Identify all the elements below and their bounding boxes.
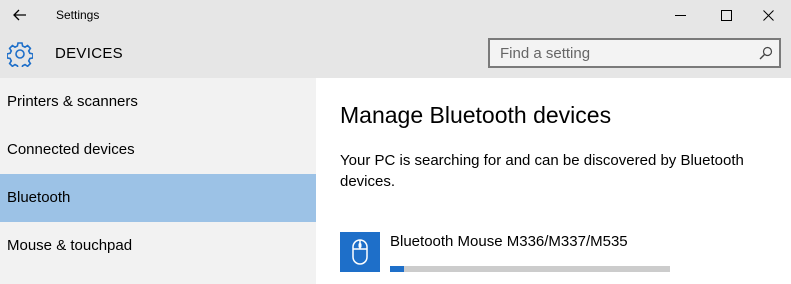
search-icon[interactable]	[759, 46, 773, 60]
maximize-icon	[720, 9, 732, 21]
sidebar: Printers & scanners Connected devices Bl…	[0, 78, 316, 284]
progress-fill	[390, 266, 404, 272]
page-title: DEVICES	[55, 45, 123, 62]
device-icon-tile[interactable]	[340, 232, 380, 272]
maximize-button[interactable]	[703, 0, 749, 30]
page-header: DEVICES	[0, 30, 791, 78]
window-title: Settings	[56, 8, 100, 22]
sidebar-item-label: Connected devices	[7, 141, 135, 158]
sidebar-item-label: Bluetooth	[7, 189, 71, 206]
sidebar-item-printers-scanners[interactable]: Printers & scanners	[0, 78, 316, 126]
sidebar-item-label: Printers & scanners	[7, 93, 138, 110]
back-arrow-icon	[13, 9, 26, 21]
search-input[interactable]	[490, 40, 760, 66]
gear-icon	[7, 42, 33, 67]
sidebar-item-label: Mouse & touchpad	[7, 237, 133, 254]
minimize-button[interactable]	[657, 0, 703, 30]
device-connect-progress	[390, 266, 670, 272]
title-bar: Settings	[0, 0, 791, 30]
sidebar-item-mouse-touchpad[interactable]: Mouse & touchpad	[0, 222, 316, 270]
sidebar-item-bluetooth[interactable]: Bluetooth	[0, 174, 316, 222]
main-content: Manage Bluetooth devices Your PC is sear…	[316, 78, 791, 284]
search-box[interactable]	[488, 38, 781, 68]
bluetooth-status-text: Your PC is searching for and can be disc…	[340, 152, 744, 190]
content-title: Manage Bluetooth devices	[340, 102, 612, 128]
back-button[interactable]	[0, 0, 40, 30]
minimize-icon	[674, 14, 686, 16]
device-name[interactable]: Bluetooth Mouse M336/M337/M535	[390, 233, 628, 250]
close-icon	[762, 9, 774, 21]
sidebar-item-connected-devices[interactable]: Connected devices	[0, 126, 316, 174]
close-button[interactable]	[745, 0, 791, 30]
mouse-icon	[352, 239, 368, 265]
